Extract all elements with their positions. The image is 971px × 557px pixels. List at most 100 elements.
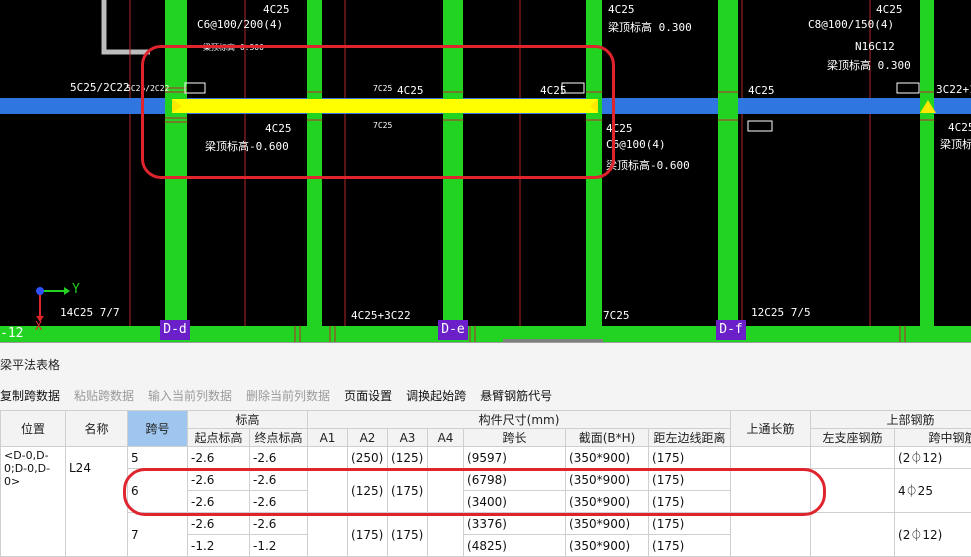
y-axis-label: Y bbox=[72, 284, 80, 296]
cell-a2[interactable]: (175) bbox=[348, 513, 388, 557]
cad-drawing bbox=[0, 0, 971, 342]
col-header-mid-span[interactable]: 跨中钢筋 bbox=[895, 429, 971, 447]
col-header-dims[interactable]: 构件尺寸(mm) bbox=[308, 411, 731, 429]
axis-label-d-d[interactable]: D-d bbox=[160, 320, 190, 340]
rebar-label: 4C25 bbox=[540, 85, 567, 97]
cad-canvas[interactable]: 4C25 C6@100/200(4) 梁顶标高 0.300 4C25 梁顶标高 … bbox=[0, 0, 971, 342]
cell-a4[interactable] bbox=[428, 513, 464, 557]
cantilever-code-button[interactable]: 悬臂钢筋代号 bbox=[480, 387, 552, 404]
cell-left-seat[interactable] bbox=[811, 469, 895, 513]
cell-end-elev[interactable]: -2.6 bbox=[250, 513, 308, 535]
input-column-button[interactable]: 输入当前列数据 bbox=[148, 387, 232, 404]
cell-edge-dist[interactable]: (175) bbox=[649, 513, 731, 535]
cell-a3[interactable]: (125) bbox=[388, 447, 428, 469]
rebar-label: 4C25 bbox=[397, 85, 424, 97]
cell-start-elev[interactable]: -2.6 bbox=[188, 491, 250, 513]
cell-a3[interactable]: (175) bbox=[388, 513, 428, 557]
col-header-top-rebar[interactable]: 上部钢筋 bbox=[811, 411, 971, 429]
col-header-edge-dist[interactable]: 距左边线距离 bbox=[649, 429, 731, 447]
col-header-span[interactable]: 跨号 bbox=[128, 411, 188, 447]
table-row[interactable]: 6 -2.6 -2.6 (125) (175) (6798) (350*900)… bbox=[1, 469, 971, 491]
cell-section[interactable]: (350*900) bbox=[566, 447, 649, 469]
cell-mid-span[interactable]: (2⏀12) bbox=[895, 447, 971, 469]
rebar-label: 7C25 bbox=[373, 120, 392, 132]
cell-top-long[interactable] bbox=[731, 513, 811, 557]
table-row[interactable]: 7 -2.6 -2.6 (175) (175) (3376) (350*900)… bbox=[1, 513, 971, 535]
axis-label-d-e[interactable]: D-e bbox=[438, 320, 468, 340]
cell-span-len[interactable]: (4825) bbox=[464, 535, 566, 557]
cell-position[interactable]: <D-0,D-0;D-0,D-0> bbox=[1, 447, 66, 557]
green-columns bbox=[165, 0, 934, 342]
table-row[interactable]: <D-0,D-0;D-0,D-0> L24 5 -2.6 -2.6 (250) … bbox=[1, 447, 971, 469]
cell-edge-dist[interactable]: (175) bbox=[649, 535, 731, 557]
col-header-a2[interactable]: A2 bbox=[348, 429, 388, 447]
cell-span[interactable]: 7 bbox=[128, 513, 188, 557]
cell-span-len[interactable]: (9597) bbox=[464, 447, 566, 469]
cell-a1[interactable] bbox=[308, 469, 348, 513]
cell-edge-dist[interactable]: (175) bbox=[649, 491, 731, 513]
cell-span[interactable]: 6 bbox=[128, 469, 188, 513]
col-header-a3[interactable]: A3 bbox=[388, 429, 428, 447]
col-header-a1[interactable]: A1 bbox=[308, 429, 348, 447]
cell-left-seat[interactable] bbox=[811, 513, 895, 557]
elevation-label: 梁顶标高 0.300 bbox=[203, 42, 264, 54]
col-header-top-long[interactable]: 上通长筋 bbox=[731, 411, 811, 447]
cell-a4[interactable] bbox=[428, 447, 464, 469]
rebar-label: 4C25 bbox=[606, 123, 633, 135]
cell-start-elev[interactable]: -2.6 bbox=[188, 447, 250, 469]
elevation-label: 梁顶标高-0.600 bbox=[606, 160, 690, 172]
col-header-end-elev[interactable]: 终点标高 bbox=[250, 429, 308, 447]
cell-end-elev[interactable]: -1.2 bbox=[250, 535, 308, 557]
cell-a3[interactable]: (175) bbox=[388, 469, 428, 513]
selected-beam[interactable] bbox=[172, 99, 598, 113]
cell-a4[interactable] bbox=[428, 469, 464, 513]
col-header-elevation[interactable]: 标高 bbox=[188, 411, 308, 429]
col-header-name[interactable]: 名称 bbox=[66, 411, 128, 447]
cell-mid-span[interactable]: 4⏀25 bbox=[895, 469, 971, 513]
elevation-label: 梁顶标高 0.300 bbox=[608, 22, 692, 34]
cell-span-len[interactable]: (3400) bbox=[464, 491, 566, 513]
cell-start-elev[interactable]: -2.6 bbox=[188, 513, 250, 535]
cell-edge-dist[interactable]: (175) bbox=[649, 469, 731, 491]
cell-left-seat[interactable] bbox=[811, 447, 895, 469]
cell-top-long[interactable] bbox=[731, 447, 811, 469]
stirrup-label: C8@100/150(4) bbox=[808, 19, 894, 31]
copy-span-button[interactable]: 复制跨数据 bbox=[0, 387, 60, 404]
col-header-start-elev[interactable]: 起点标高 bbox=[188, 429, 250, 447]
cell-span-len[interactable]: (3376) bbox=[464, 513, 566, 535]
cell-a1[interactable] bbox=[308, 447, 348, 469]
page-setup-button[interactable]: 页面设置 bbox=[344, 387, 392, 404]
axis-label-d-f[interactable]: D-f bbox=[716, 320, 746, 340]
cell-span[interactable]: 5 bbox=[128, 447, 188, 469]
cell-name[interactable]: L24 bbox=[66, 447, 128, 557]
cell-end-elev[interactable]: -2.6 bbox=[250, 447, 308, 469]
paste-span-button[interactable]: 粘贴跨数据 bbox=[74, 387, 134, 404]
elevation-label: 梁顶标 bbox=[940, 139, 971, 151]
cell-section[interactable]: (350*900) bbox=[566, 491, 649, 513]
cell-edge-dist[interactable]: (175) bbox=[649, 447, 731, 469]
wall-outline bbox=[104, 0, 150, 52]
cell-top-long[interactable] bbox=[731, 469, 811, 513]
cell-start-elev[interactable]: -1.2 bbox=[188, 535, 250, 557]
cell-end-elev[interactable]: -2.6 bbox=[250, 469, 308, 491]
elevation-label: 梁顶标高 0.300 bbox=[827, 60, 911, 72]
cell-a2[interactable]: (125) bbox=[348, 469, 388, 513]
cell-section[interactable]: (350*900) bbox=[566, 469, 649, 491]
col-header-position[interactable]: 位置 bbox=[1, 411, 66, 447]
col-header-span-len[interactable]: 跨长 bbox=[464, 429, 566, 447]
cell-section[interactable]: (350*900) bbox=[566, 513, 649, 535]
cell-start-elev[interactable]: -2.6 bbox=[188, 469, 250, 491]
cell-end-elev[interactable]: -2.6 bbox=[250, 491, 308, 513]
col-header-left-seat[interactable]: 左支座钢筋 bbox=[811, 429, 895, 447]
cell-span-len[interactable]: (6798) bbox=[464, 469, 566, 491]
swap-start-span-button[interactable]: 调换起始跨 bbox=[406, 387, 466, 404]
delete-column-button[interactable]: 删除当前列数据 bbox=[246, 387, 330, 404]
cell-mid-span[interactable]: (2⏀12) bbox=[895, 513, 971, 557]
col-header-a4[interactable]: A4 bbox=[428, 429, 464, 447]
cell-a2[interactable]: (250) bbox=[348, 447, 388, 469]
cell-section[interactable]: (350*900) bbox=[566, 535, 649, 557]
cell-a1[interactable] bbox=[308, 513, 348, 557]
rebar-label: -12 bbox=[0, 328, 23, 340]
col-header-section[interactable]: 截面(B*H) bbox=[566, 429, 649, 447]
stirrup-label: C6@100(4) bbox=[606, 139, 666, 151]
